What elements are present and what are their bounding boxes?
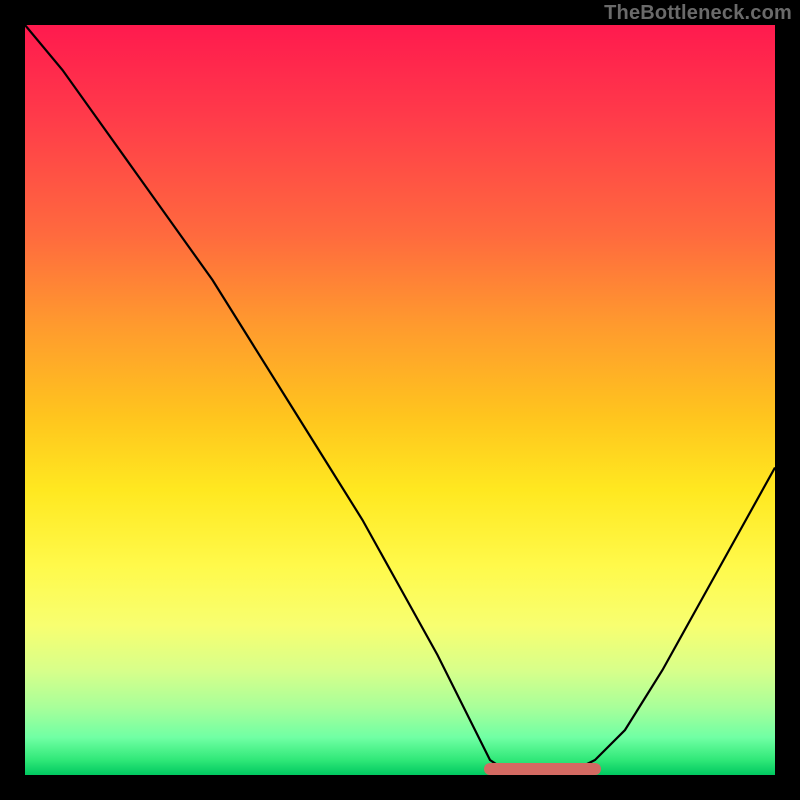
plot-area [25,25,775,775]
bottleneck-curve [25,25,775,775]
chart-frame: TheBottleneck.com [0,0,800,800]
chart-svg [25,25,775,775]
watermark-text: TheBottleneck.com [604,2,792,25]
